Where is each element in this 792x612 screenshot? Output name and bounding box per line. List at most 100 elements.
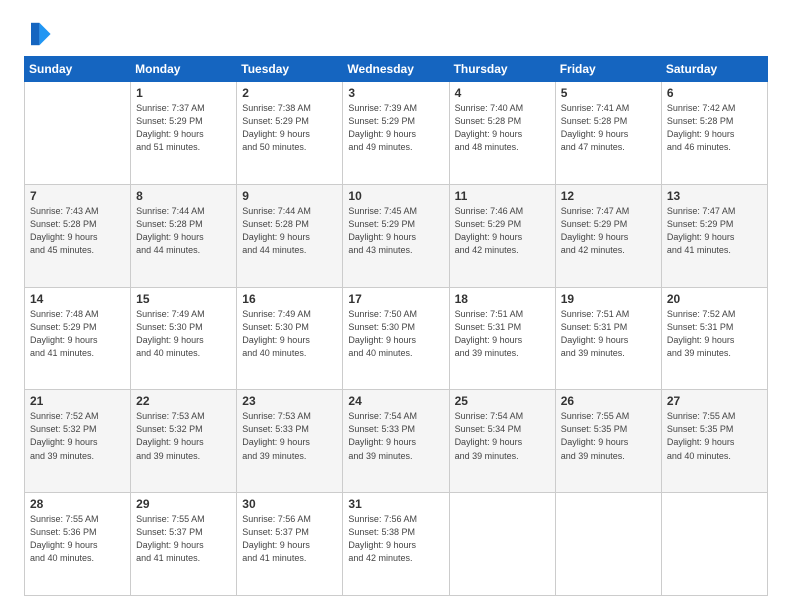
calendar-cell: 20 Sunrise: 7:52 AM Sunset: 5:31 PM Dayli… [661, 287, 767, 390]
day-number: 10 [348, 189, 443, 203]
day-info: Sunrise: 7:56 AM Sunset: 5:37 PM Dayligh… [242, 513, 337, 565]
calendar-cell: 23 Sunrise: 7:53 AM Sunset: 5:33 PM Dayli… [237, 390, 343, 493]
calendar-week-1: 7Sunrise: 7:43 AM Sunset: 5:28 PM Daylig… [25, 184, 768, 287]
day-number: 12 [561, 189, 656, 203]
day-number: 30 [242, 497, 337, 511]
day-info: Sunrise: 7:50 AM Sunset: 5:30 PM Dayligh… [348, 308, 443, 360]
day-number: 5 [561, 86, 656, 100]
calendar-cell: 12 Sunrise: 7:47 AM Sunset: 5:29 PM Dayli… [555, 184, 661, 287]
day-number: 8 [136, 189, 231, 203]
day-info: Sunrise: 7:48 AM Sunset: 5:29 PM Dayligh… [30, 308, 125, 360]
day-number: 6 [667, 86, 762, 100]
day-info: Sunrise: 7:55 AM Sunset: 5:35 PM Dayligh… [561, 410, 656, 462]
calendar-cell: 22 Sunrise: 7:53 AM Sunset: 5:32 PM Dayli… [131, 390, 237, 493]
day-info: Sunrise: 7:40 AM Sunset: 5:28 PM Dayligh… [455, 102, 550, 154]
calendar-header-sunday: Sunday [25, 57, 131, 82]
calendar-header-thursday: Thursday [449, 57, 555, 82]
day-info: Sunrise: 7:42 AM Sunset: 5:28 PM Dayligh… [667, 102, 762, 154]
day-info: Sunrise: 7:47 AM Sunset: 5:29 PM Dayligh… [561, 205, 656, 257]
calendar-cell [555, 493, 661, 596]
calendar-cell: 14 Sunrise: 7:48 AM Sunset: 5:29 PM Dayli… [25, 287, 131, 390]
calendar-cell: 1 Sunrise: 7:37 AM Sunset: 5:29 PM Daylig… [131, 82, 237, 185]
day-number: 17 [348, 292, 443, 306]
day-info: Sunrise: 7:49 AM Sunset: 5:30 PM Dayligh… [242, 308, 337, 360]
calendar-cell: 24Sunrise: 7:54 AM Sunset: 5:33 PM Dayli… [343, 390, 449, 493]
day-info: Sunrise: 7:49 AM Sunset: 5:30 PM Dayligh… [136, 308, 231, 360]
day-number: 11 [455, 189, 550, 203]
day-number: 22 [136, 394, 231, 408]
day-number: 16 [242, 292, 337, 306]
calendar-cell [449, 493, 555, 596]
calendar-header-monday: Monday [131, 57, 237, 82]
calendar-week-2: 14 Sunrise: 7:48 AM Sunset: 5:29 PM Dayli… [25, 287, 768, 390]
calendar-cell: 19 Sunrise: 7:51 AM Sunset: 5:31 PM Dayli… [555, 287, 661, 390]
calendar-cell: 7Sunrise: 7:43 AM Sunset: 5:28 PM Daylig… [25, 184, 131, 287]
calendar-cell: 2Sunrise: 7:38 AM Sunset: 5:29 PM Daylig… [237, 82, 343, 185]
day-number: 20 [667, 292, 762, 306]
day-number: 27 [667, 394, 762, 408]
calendar-cell: 4 Sunrise: 7:40 AM Sunset: 5:28 PM Daylig… [449, 82, 555, 185]
calendar-cell: 9Sunrise: 7:44 AM Sunset: 5:28 PM Daylig… [237, 184, 343, 287]
calendar-cell: 31 Sunrise: 7:56 AM Sunset: 5:38 PM Dayli… [343, 493, 449, 596]
day-info: Sunrise: 7:52 AM Sunset: 5:32 PM Dayligh… [30, 410, 125, 462]
calendar-cell: 21 Sunrise: 7:52 AM Sunset: 5:32 PM Dayli… [25, 390, 131, 493]
calendar-week-0: 1 Sunrise: 7:37 AM Sunset: 5:29 PM Daylig… [25, 82, 768, 185]
day-number: 4 [455, 86, 550, 100]
calendar-cell [661, 493, 767, 596]
calendar-cell: 13 Sunrise: 7:47 AM Sunset: 5:29 PM Dayli… [661, 184, 767, 287]
day-info: Sunrise: 7:54 AM Sunset: 5:33 PM Dayligh… [348, 410, 443, 462]
day-info: Sunrise: 7:46 AM Sunset: 5:29 PM Dayligh… [455, 205, 550, 257]
calendar-cell: 29 Sunrise: 7:55 AM Sunset: 5:37 PM Dayli… [131, 493, 237, 596]
logo [24, 20, 56, 48]
day-info: Sunrise: 7:47 AM Sunset: 5:29 PM Dayligh… [667, 205, 762, 257]
calendar-cell: 8Sunrise: 7:44 AM Sunset: 5:28 PM Daylig… [131, 184, 237, 287]
day-number: 29 [136, 497, 231, 511]
day-info: Sunrise: 7:51 AM Sunset: 5:31 PM Dayligh… [455, 308, 550, 360]
calendar-header-saturday: Saturday [661, 57, 767, 82]
day-info: Sunrise: 7:39 AM Sunset: 5:29 PM Dayligh… [348, 102, 443, 154]
day-info: Sunrise: 7:55 AM Sunset: 5:35 PM Dayligh… [667, 410, 762, 462]
day-info: Sunrise: 7:56 AM Sunset: 5:38 PM Dayligh… [348, 513, 443, 565]
day-info: Sunrise: 7:53 AM Sunset: 5:32 PM Dayligh… [136, 410, 231, 462]
day-number: 7 [30, 189, 125, 203]
calendar-cell: 6 Sunrise: 7:42 AM Sunset: 5:28 PM Daylig… [661, 82, 767, 185]
day-number: 23 [242, 394, 337, 408]
day-number: 1 [136, 86, 231, 100]
calendar-header-tuesday: Tuesday [237, 57, 343, 82]
calendar-cell: 5 Sunrise: 7:41 AM Sunset: 5:28 PM Daylig… [555, 82, 661, 185]
day-info: Sunrise: 7:44 AM Sunset: 5:28 PM Dayligh… [242, 205, 337, 257]
calendar-week-3: 21 Sunrise: 7:52 AM Sunset: 5:32 PM Dayli… [25, 390, 768, 493]
calendar-cell: 25Sunrise: 7:54 AM Sunset: 5:34 PM Dayli… [449, 390, 555, 493]
day-info: Sunrise: 7:52 AM Sunset: 5:31 PM Dayligh… [667, 308, 762, 360]
calendar-cell: 26 Sunrise: 7:55 AM Sunset: 5:35 PM Dayli… [555, 390, 661, 493]
day-number: 13 [667, 189, 762, 203]
day-info: Sunrise: 7:51 AM Sunset: 5:31 PM Dayligh… [561, 308, 656, 360]
calendar-cell: 30 Sunrise: 7:56 AM Sunset: 5:37 PM Dayli… [237, 493, 343, 596]
day-number: 14 [30, 292, 125, 306]
calendar-cell: 18Sunrise: 7:51 AM Sunset: 5:31 PM Dayli… [449, 287, 555, 390]
day-number: 25 [455, 394, 550, 408]
calendar-cell [25, 82, 131, 185]
day-number: 21 [30, 394, 125, 408]
day-number: 3 [348, 86, 443, 100]
day-number: 28 [30, 497, 125, 511]
header [24, 20, 768, 48]
calendar-table: SundayMondayTuesdayWednesdayThursdayFrid… [24, 56, 768, 596]
day-number: 15 [136, 292, 231, 306]
day-info: Sunrise: 7:37 AM Sunset: 5:29 PM Dayligh… [136, 102, 231, 154]
calendar-week-4: 28 Sunrise: 7:55 AM Sunset: 5:36 PM Dayli… [25, 493, 768, 596]
day-number: 19 [561, 292, 656, 306]
day-info: Sunrise: 7:55 AM Sunset: 5:36 PM Dayligh… [30, 513, 125, 565]
day-info: Sunrise: 7:55 AM Sunset: 5:37 PM Dayligh… [136, 513, 231, 565]
day-info: Sunrise: 7:53 AM Sunset: 5:33 PM Dayligh… [242, 410, 337, 462]
day-info: Sunrise: 7:38 AM Sunset: 5:29 PM Dayligh… [242, 102, 337, 154]
calendar-cell: 3 Sunrise: 7:39 AM Sunset: 5:29 PM Daylig… [343, 82, 449, 185]
calendar-cell: 16 Sunrise: 7:49 AM Sunset: 5:30 PM Dayli… [237, 287, 343, 390]
calendar-cell: 15 Sunrise: 7:49 AM Sunset: 5:30 PM Dayli… [131, 287, 237, 390]
calendar-cell: 28 Sunrise: 7:55 AM Sunset: 5:36 PM Dayli… [25, 493, 131, 596]
calendar-header-row: SundayMondayTuesdayWednesdayThursdayFrid… [25, 57, 768, 82]
day-info: Sunrise: 7:41 AM Sunset: 5:28 PM Dayligh… [561, 102, 656, 154]
day-number: 26 [561, 394, 656, 408]
calendar-header-wednesday: Wednesday [343, 57, 449, 82]
day-number: 31 [348, 497, 443, 511]
